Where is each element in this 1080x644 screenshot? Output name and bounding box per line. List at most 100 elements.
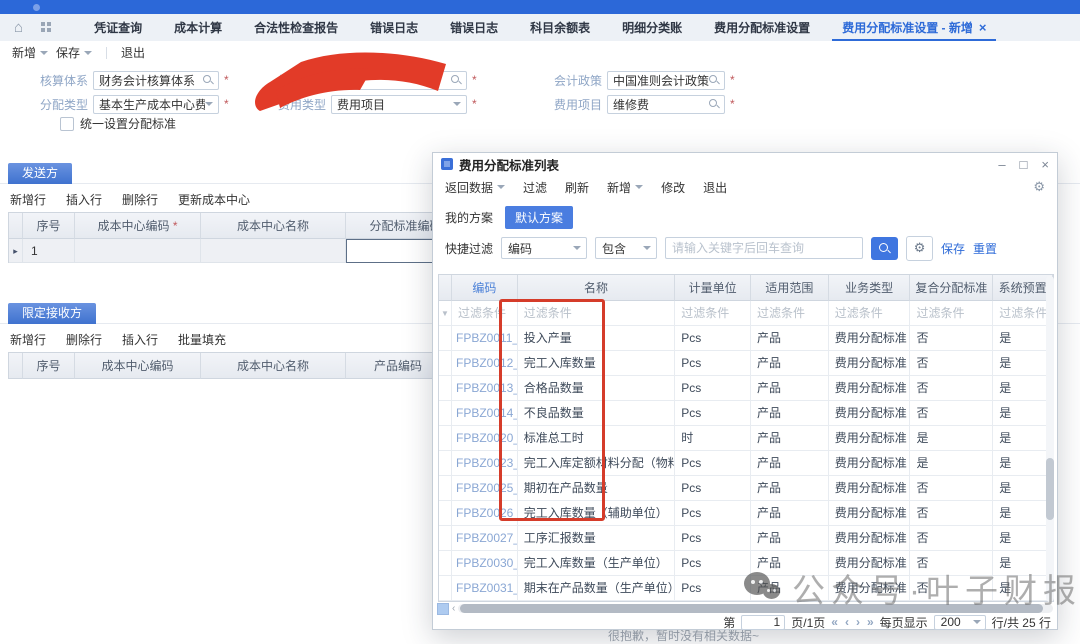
save-button[interactable]: 保存 <box>56 44 92 61</box>
field-lookup-input[interactable]: 中国准则会计政策 <box>607 71 725 90</box>
column-header-适用范围[interactable]: 适用范围 <box>751 275 829 301</box>
table-row[interactable]: FPBZ0020_SYS标准总工时时产品费用分配标准是是 <box>439 426 1053 451</box>
menu-item-3[interactable]: 新增 <box>607 179 643 196</box>
table-row[interactable]: FPBZ0014_SYS不良品数量Pcs产品费用分配标准否是 <box>439 401 1053 426</box>
filter-condition-cell[interactable]: 过滤条件 <box>910 301 993 326</box>
apps-grid-icon[interactable] <box>41 22 52 33</box>
tab-sender[interactable]: 发送方 <box>8 163 72 184</box>
table-row[interactable]: FPBZ0026_SYS完工入库数量（辅助单位）Pcs产品费用分配标准否是 <box>439 501 1053 526</box>
filter-condition-cell[interactable]: 过滤条件 <box>452 301 518 326</box>
column-header-复合分配标准[interactable]: 复合分配标准 <box>910 275 993 301</box>
table-row[interactable]: FPBZ0012_SYS完工入库数量Pcs产品费用分配标准否是 <box>439 351 1053 376</box>
field-select[interactable]: 基本生产成本中心费用分配 <box>93 95 219 114</box>
page-number-input[interactable] <box>741 615 785 630</box>
search-icon[interactable] <box>451 75 462 86</box>
maximize-icon[interactable]: □ <box>1020 157 1028 172</box>
first-page-icon[interactable]: « <box>831 615 838 629</box>
table-row[interactable]: FPBZ0013_SYS合格品数量Pcs产品费用分配标准否是 <box>439 376 1053 401</box>
search-icon[interactable] <box>203 75 214 86</box>
field-value: 费用项目 <box>332 96 453 113</box>
row-indicator: ▸ <box>9 239 23 263</box>
table-row[interactable]: FPBZ0027_SYS工序汇报数量Pcs产品费用分配标准否是 <box>439 526 1053 551</box>
field-lookup-input[interactable]: 财务会计核算体系 <box>93 71 219 90</box>
keyword-search-input[interactable] <box>665 237 863 259</box>
filter-field-select[interactable]: 编码 <box>501 237 587 259</box>
close-icon[interactable]: × <box>1041 157 1049 172</box>
filter-condition-cell[interactable]: 过滤条件 <box>993 301 1053 326</box>
default-scheme-button[interactable]: 默认方案 <box>505 206 573 229</box>
home-icon[interactable]: ⌂ <box>14 20 23 35</box>
tab-item-3[interactable]: 错误日志 <box>354 14 434 41</box>
data-cell: 是 <box>993 451 1053 476</box>
tab-item-7[interactable]: 费用分配标准设置 <box>698 14 826 41</box>
chevron-down-icon[interactable] <box>205 102 213 106</box>
data-cell: 完工入库定额材料分配（物料清单） <box>518 451 675 476</box>
table-row[interactable]: FPBZ0011_SYS投入产量Pcs产品费用分配标准否是 <box>439 326 1053 351</box>
filter-operator-select[interactable]: 包含 <box>595 237 657 259</box>
search-icon[interactable] <box>709 75 720 86</box>
tab-item-0[interactable]: 凭证查询 <box>78 14 158 41</box>
gear-icon[interactable]: ⚙ <box>1033 179 1045 195</box>
column-header-业务类型[interactable]: 业务类型 <box>829 275 911 301</box>
save-scheme-link[interactable]: 保存 <box>941 240 965 257</box>
tab-receiver[interactable]: 限定接收方 <box>8 303 96 324</box>
new-button[interactable]: 新增 <box>12 44 48 61</box>
scroll-left-icon[interactable]: ‹ <box>452 603 455 614</box>
horizontal-scrollbar-track[interactable] <box>458 604 1053 613</box>
tab-item-4[interactable]: 错误日志 <box>434 14 514 41</box>
unified-standard-checkbox[interactable] <box>60 117 74 131</box>
sender-button-0[interactable]: 新增行 <box>10 191 46 208</box>
receiver-button-0[interactable]: 新增行 <box>10 331 46 348</box>
horizontal-scrollbar-thumb[interactable] <box>460 604 1043 613</box>
vertical-scrollbar-thumb[interactable] <box>1046 458 1054 520</box>
menu-item-1[interactable]: 过滤 <box>523 179 547 196</box>
minimize-icon[interactable]: – <box>998 157 1005 172</box>
filter-condition-cell[interactable]: 过滤条件 <box>829 301 911 326</box>
column-header-系统预置[interactable]: 系统预置 <box>993 275 1053 301</box>
chevron-down-icon[interactable] <box>453 102 461 106</box>
column-header-计量单位[interactable]: 计量单位 <box>675 275 751 301</box>
menu-item-5[interactable]: 退出 <box>703 179 727 196</box>
next-page-icon[interactable]: › <box>856 615 860 629</box>
menu-item-2[interactable]: 刷新 <box>565 179 589 196</box>
column-header-编码[interactable]: 编码 <box>452 275 518 301</box>
filter-condition-cell[interactable]: 过滤条件 <box>675 301 751 326</box>
receiver-button-3[interactable]: 批量填充 <box>178 331 226 348</box>
receiver-button-2[interactable]: 插入行 <box>122 331 158 348</box>
menu-item-0[interactable]: 返回数据 <box>445 179 505 196</box>
field-lookup-input[interactable]: 厂 <box>331 71 467 90</box>
table-row[interactable]: FPBZ0023_SYS完工入库定额材料分配（物料清单）Pcs产品费用分配标准是… <box>439 451 1053 476</box>
menu-item-4[interactable]: 修改 <box>661 179 685 196</box>
field-lookup-input[interactable]: 维修费 <box>607 95 725 114</box>
page-size-select[interactable]: 200 <box>934 615 986 630</box>
search-icon[interactable] <box>709 99 720 110</box>
data-cell: Pcs <box>675 351 751 376</box>
exit-button[interactable]: 退出 <box>121 44 145 61</box>
tab-close-icon[interactable]: × <box>979 21 987 34</box>
data-cell: Pcs <box>675 326 751 351</box>
table-row[interactable]: FPBZ0031_SYS期末在产品数量（生产单位）Pcs产品费用分配标准否是 <box>439 576 1053 601</box>
column-header-名称[interactable]: 名称 <box>518 275 675 301</box>
tab-item-6[interactable]: 明细分类账 <box>606 14 698 41</box>
dialog-titlebar[interactable]: 费用分配标准列表 – □ × <box>433 153 1057 175</box>
sender-button-3[interactable]: 更新成本中心 <box>178 191 250 208</box>
search-button[interactable] <box>871 237 898 260</box>
table-row[interactable]: FPBZ0030_SYS完工入库数量（生产单位）Pcs产品费用分配标准否是 <box>439 551 1053 576</box>
filter-settings-button[interactable]: ⚙ <box>906 236 933 261</box>
tab-item-1[interactable]: 成本计算 <box>158 14 238 41</box>
last-page-icon[interactable]: » <box>867 615 874 629</box>
tab-item-5[interactable]: 科目余额表 <box>514 14 606 41</box>
receiver-button-1[interactable]: 删除行 <box>66 331 102 348</box>
filter-funnel-icon[interactable]: ▼ <box>439 301 452 326</box>
reset-scheme-link[interactable]: 重置 <box>973 240 997 257</box>
tab-item-8[interactable]: 费用分配标准设置 - 新增× <box>826 14 1002 41</box>
vertical-scrollbar[interactable] <box>1046 276 1054 602</box>
prev-page-icon[interactable]: ‹ <box>845 615 849 629</box>
field-select[interactable]: 费用项目 <box>331 95 467 114</box>
table-row[interactable]: FPBZ0025_SYS期初在产品数量Pcs产品费用分配标准否是 <box>439 476 1053 501</box>
sender-button-1[interactable]: 插入行 <box>66 191 102 208</box>
sender-button-2[interactable]: 删除行 <box>122 191 158 208</box>
filter-condition-cell[interactable]: 过滤条件 <box>518 301 675 326</box>
filter-condition-cell[interactable]: 过滤条件 <box>751 301 829 326</box>
tab-item-2[interactable]: 合法性检查报告 <box>238 14 354 41</box>
